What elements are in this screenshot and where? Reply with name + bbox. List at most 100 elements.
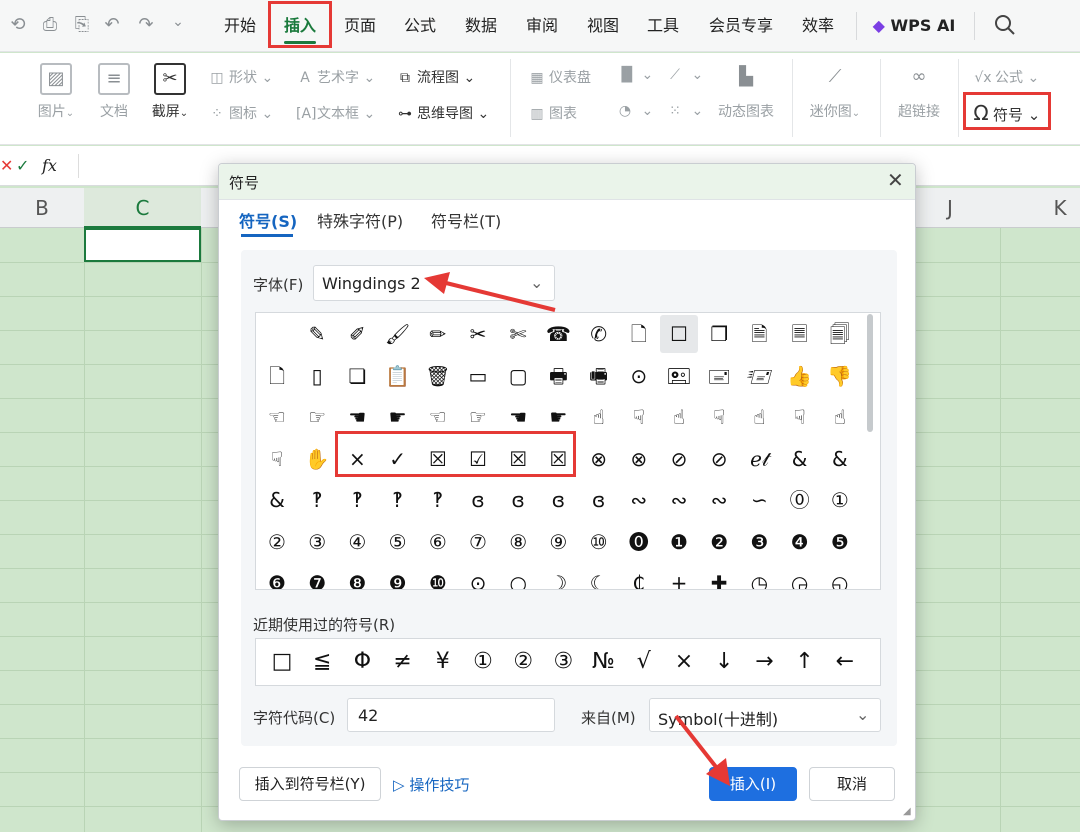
symbol-cell[interactable]: ☛ xyxy=(379,398,417,436)
symbol-cell[interactable]: ⑧ xyxy=(499,523,537,561)
symbol-cell[interactable]: ☞ xyxy=(459,398,497,436)
symbol-cell[interactable]: × xyxy=(338,440,376,478)
symbol-cell[interactable]: ✎ xyxy=(298,315,336,353)
pie-chart-button[interactable]: ◔ ⌄ xyxy=(616,103,653,119)
symbol-cell[interactable]: ☟ xyxy=(700,398,738,436)
symbol-cell[interactable]: ⑨ xyxy=(539,523,577,561)
recent-symbol[interactable]: □ xyxy=(262,639,302,685)
col-header-c[interactable]: C xyxy=(84,188,201,228)
symbol-cell[interactable]: ☝ xyxy=(660,398,698,436)
tab-special-chars[interactable]: 特殊字符(P) xyxy=(317,208,403,232)
tab-insert[interactable]: 插入 xyxy=(272,0,328,52)
symbol-cell[interactable]: 🖶 xyxy=(539,357,577,395)
mindmap-button[interactable]: ⊶ 思维导图 ⌄ xyxy=(396,103,489,123)
symbol-cell[interactable]: ③ xyxy=(298,523,336,561)
resize-grip-icon[interactable]: ◢ xyxy=(903,806,911,817)
symbol-cell[interactable]: ❐ xyxy=(700,315,738,353)
symbol-cell[interactable]: ✚ xyxy=(700,564,738,589)
symbol-cell[interactable]: ❻ xyxy=(258,564,296,589)
symbol-cell[interactable]: ④ xyxy=(338,523,376,561)
char-code-input[interactable]: 42 xyxy=(347,698,555,732)
symbol-cell[interactable]: ☚ xyxy=(499,398,537,436)
symbol-cell[interactable]: ∽ xyxy=(740,481,778,519)
symbol-cell[interactable]: ▭ xyxy=(459,357,497,395)
symbol-cell[interactable]: 🖃 xyxy=(700,357,738,395)
symbol-cell[interactable]: ❹ xyxy=(781,523,819,561)
recent-symbol[interactable]: ↑ xyxy=(785,639,825,685)
print-preview-icon[interactable]: ⎘ xyxy=(70,14,94,35)
symbol-cell[interactable]: ▢ xyxy=(499,357,537,395)
tab-data[interactable]: 数据 xyxy=(455,0,507,52)
col-header-b[interactable]: B xyxy=(0,188,84,228)
icon-button[interactable]: ⁘ 图标 ⌄ xyxy=(208,103,273,123)
symbol-cell[interactable]: ✄ xyxy=(499,315,537,353)
symbol-cell[interactable]: ⑥ xyxy=(419,523,457,561)
symbol-cell[interactable]: ɞ xyxy=(459,481,497,519)
symbol-cell[interactable] xyxy=(258,315,296,353)
insert-button[interactable]: 插入(I) xyxy=(709,767,797,801)
recent-symbol[interactable]: √ xyxy=(624,639,664,685)
undo-history-icon[interactable]: ⟲ xyxy=(6,14,30,35)
symbol-cell[interactable]: ‽ xyxy=(379,481,417,519)
symbol-cell[interactable]: 🗎 xyxy=(740,315,778,353)
symbol-cell[interactable]: 👍 xyxy=(781,357,819,395)
symbol-cell[interactable]: ② xyxy=(258,523,296,561)
symbol-cell[interactable]: & xyxy=(258,481,296,519)
redo-icon[interactable]: ↷ xyxy=(134,14,158,35)
symbol-cell[interactable]: ✓ xyxy=(379,440,417,478)
symbol-cell[interactable]: ⑤ xyxy=(379,523,417,561)
dashboard-button[interactable]: ▦ 仪表盘 xyxy=(528,67,591,87)
confirm-icon[interactable]: ✓ xyxy=(16,156,29,175)
shape-button[interactable]: ◫ 形状 ⌄ xyxy=(208,67,273,87)
symbol-cell[interactable]: 🗐 xyxy=(821,315,859,353)
symbol-cell[interactable]: ℯ𝓉 xyxy=(740,440,778,478)
font-select[interactable]: Wingdings 2 ⌄ xyxy=(313,265,555,301)
scrollbar-thumb[interactable] xyxy=(867,314,873,432)
symbol-cell[interactable]: ‽ xyxy=(419,481,457,519)
symbol-cell[interactable]: ◷ xyxy=(740,564,778,589)
recent-symbol[interactable]: № xyxy=(584,639,624,685)
symbol-cell[interactable]: ❿ xyxy=(419,564,457,589)
symbol-cell[interactable]: ✋ xyxy=(298,440,336,478)
symbol-cell[interactable]: ‽ xyxy=(338,481,376,519)
symbol-cell[interactable]: ⊗ xyxy=(580,440,618,478)
symbol-cell[interactable]: ☟ xyxy=(620,398,658,436)
symbol-cell[interactable]: 🗑 xyxy=(419,357,457,395)
chevron-down-icon[interactable]: ⌄ xyxy=(166,14,190,30)
symbol-cell[interactable]: ○ xyxy=(499,564,537,589)
recent-symbol[interactable]: ↓ xyxy=(704,639,744,685)
symbol-cell[interactable]: ❼ xyxy=(298,564,336,589)
scatter-chart-button[interactable]: ⁙ ⌄ xyxy=(666,103,703,119)
undo-icon[interactable]: ↶ xyxy=(100,14,124,35)
active-cell[interactable] xyxy=(84,228,201,262)
symbol-cell[interactable]: 👎 xyxy=(821,357,859,395)
tips-link[interactable]: ▷ 操作技巧 xyxy=(393,774,469,795)
tab-formula[interactable]: 公式 xyxy=(394,0,446,52)
recent-symbol[interactable]: × xyxy=(664,639,704,685)
tab-home[interactable]: 开始 xyxy=(214,0,266,52)
symbol-cell[interactable]: ☝ xyxy=(821,398,859,436)
symbol-cell[interactable]: ⊗ xyxy=(620,440,658,478)
symbol-cell[interactable]: ⑩ xyxy=(580,523,618,561)
symbol-cell[interactable]: ☜ xyxy=(419,398,457,436)
symbol-cell[interactable]: ∾ xyxy=(620,481,658,519)
col-header-j[interactable]: J xyxy=(916,188,984,228)
symbol-cell[interactable]: ɞ xyxy=(539,481,577,519)
recent-symbol[interactable]: ¥ xyxy=(423,639,463,685)
symbol-cell[interactable]: 🖷 xyxy=(580,357,618,395)
symbol-cell[interactable]: ⓪ xyxy=(781,481,819,519)
tab-symbol-bar[interactable]: 符号栏(T) xyxy=(431,208,501,232)
symbol-cell[interactable]: ✏ xyxy=(419,315,457,353)
symbol-cell[interactable]: ☟ xyxy=(258,440,296,478)
recent-symbol[interactable]: → xyxy=(744,639,784,685)
symbol-cell[interactable]: ⊙ xyxy=(459,564,497,589)
symbol-cell[interactable]: ✐ xyxy=(338,315,376,353)
formula-button[interactable]: √x 公式 ⌄ xyxy=(974,67,1039,87)
symbol-cell[interactable]: 🖅 xyxy=(740,357,778,395)
symbol-button[interactable]: Ω 符号 ⌄ xyxy=(972,101,1040,125)
symbol-cell[interactable]: ⊙ xyxy=(620,357,658,395)
recent-symbol[interactable]: ② xyxy=(503,639,543,685)
text-box-button[interactable]: [A]文本框 ⌄ xyxy=(296,103,375,123)
sparkline-button[interactable]: ⟋ 迷你图⌄ xyxy=(806,63,864,121)
symbol-cell[interactable]: ₵ xyxy=(620,564,658,589)
